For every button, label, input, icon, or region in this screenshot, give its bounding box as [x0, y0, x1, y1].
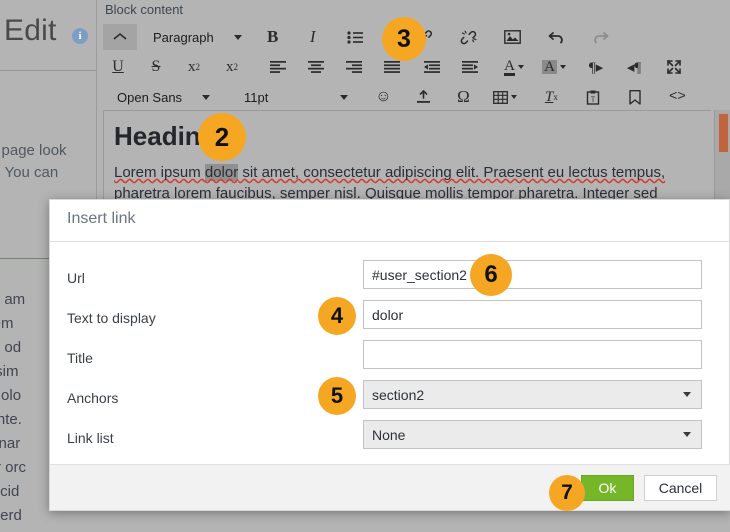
- text-to-display-label: Text to display: [67, 310, 156, 326]
- callout-badge-3: 3: [382, 17, 426, 61]
- ltr-direction-icon[interactable]: ¶▸: [583, 54, 609, 80]
- divider-top: [0, 70, 98, 71]
- link-list-label: Link list: [67, 430, 114, 446]
- screenshot-root: Edit i ur page look m. You can r sit am …: [0, 0, 730, 532]
- dialog-footer: Ok Cancel: [50, 464, 730, 510]
- align-left-icon[interactable]: [263, 54, 293, 80]
- title-field[interactable]: [363, 340, 702, 369]
- strikethrough-icon[interactable]: S: [141, 54, 171, 80]
- title-label: Title: [67, 350, 93, 366]
- collapse-toolbar-icon[interactable]: [103, 24, 137, 50]
- url-field[interactable]: [363, 260, 702, 289]
- form-row-anchors: Anchors section2: [50, 380, 730, 420]
- text-to-display-field[interactable]: [363, 300, 702, 329]
- toolbar-row-3: Open Sans 11pt ☺ Ω T x T <>: [97, 82, 730, 112]
- align-right-icon[interactable]: [339, 54, 369, 80]
- font-family-select[interactable]: Open Sans: [111, 84, 211, 110]
- paragraph-pre: Lorem ipsum: [114, 164, 205, 181]
- form-row-link-list: Link list None: [50, 420, 730, 460]
- callout-badge-7: 7: [549, 475, 585, 511]
- bullet-list-icon[interactable]: [342, 24, 368, 50]
- page-title: Edit: [4, 14, 57, 47]
- form-row-url: Url: [50, 260, 730, 300]
- underline-icon[interactable]: U: [103, 54, 133, 80]
- undo-icon[interactable]: [544, 24, 570, 50]
- anchor-icon[interactable]: [622, 84, 648, 110]
- paragraph-format-label: Paragraph: [153, 29, 214, 45]
- anchors-select-value: section2: [372, 386, 425, 403]
- paragraph-format-select[interactable]: Paragraph: [147, 24, 242, 50]
- source-code-icon[interactable]: <>: [664, 84, 690, 110]
- callout-badge-2: 2: [198, 113, 246, 161]
- fullscreen-icon[interactable]: [661, 54, 687, 80]
- ok-button[interactable]: Ok: [581, 475, 634, 501]
- align-center-icon[interactable]: [301, 54, 331, 80]
- editor-scrollbar-thumb[interactable]: [719, 114, 728, 152]
- dialog-title: Insert link: [67, 210, 136, 227]
- info-icon[interactable]: i: [72, 28, 88, 44]
- document-paragraph: Lorem ipsum dolor sit amet, consectetur …: [114, 162, 701, 204]
- redo-icon: [588, 24, 614, 50]
- chevron-down-icon: [683, 432, 691, 437]
- subscript-icon[interactable]: x2: [179, 54, 209, 80]
- chevron-down-icon: [340, 94, 349, 100]
- font-size-label: 11pt: [244, 89, 269, 105]
- callout-badge-6: 6: [470, 254, 512, 296]
- emoticon-icon[interactable]: ☺: [370, 84, 396, 110]
- chevron-down-icon: [517, 65, 524, 69]
- italic-icon[interactable]: I: [300, 24, 326, 50]
- url-label: Url: [67, 270, 85, 286]
- link-list-select[interactable]: None: [363, 420, 702, 449]
- background-color-icon[interactable]: A: [541, 54, 567, 80]
- bold-icon[interactable]: B: [260, 24, 286, 50]
- chevron-down-icon: [202, 94, 211, 100]
- rtl-direction-icon[interactable]: ◂¶: [621, 54, 647, 80]
- svg-text:T: T: [591, 95, 596, 103]
- chevron-down-icon: [233, 34, 242, 40]
- indent-icon[interactable]: [455, 54, 485, 80]
- selected-word: dolor: [204, 164, 239, 181]
- clear-formatting-icon[interactable]: Tx: [538, 84, 564, 110]
- anchors-select[interactable]: section2: [363, 380, 702, 409]
- chevron-down-icon: [559, 65, 566, 69]
- superscript-icon[interactable]: x2: [217, 54, 247, 80]
- unlink-icon[interactable]: [456, 24, 482, 50]
- font-size-select[interactable]: 11pt: [238, 84, 349, 110]
- text-color-icon[interactable]: A: [501, 54, 527, 80]
- insert-file-icon[interactable]: [410, 84, 436, 110]
- insert-link-dialog: Insert link Url Text to display Title An…: [49, 199, 730, 511]
- link-list-select-value: None: [372, 426, 406, 443]
- form-row-text-to-display: Text to display: [50, 300, 730, 340]
- anchors-label: Anchors: [67, 390, 119, 406]
- editor-label: Block content: [105, 2, 184, 17]
- chevron-down-icon: [511, 95, 518, 99]
- callout-badge-5: 5: [318, 377, 356, 415]
- cancel-button[interactable]: Cancel: [644, 475, 717, 501]
- insert-image-icon[interactable]: [500, 24, 526, 50]
- form-row-title: Title: [50, 340, 730, 380]
- dialog-body: Url Text to display Title Anchors sectio…: [50, 242, 730, 466]
- insert-table-icon[interactable]: [492, 84, 518, 110]
- font-family-label: Open Sans: [117, 89, 183, 105]
- paste-as-text-icon[interactable]: T: [580, 84, 606, 110]
- outdent-icon[interactable]: [417, 54, 447, 80]
- special-character-icon[interactable]: Ω: [450, 84, 476, 110]
- chevron-down-icon: [683, 392, 691, 397]
- callout-badge-4: 4: [318, 297, 356, 335]
